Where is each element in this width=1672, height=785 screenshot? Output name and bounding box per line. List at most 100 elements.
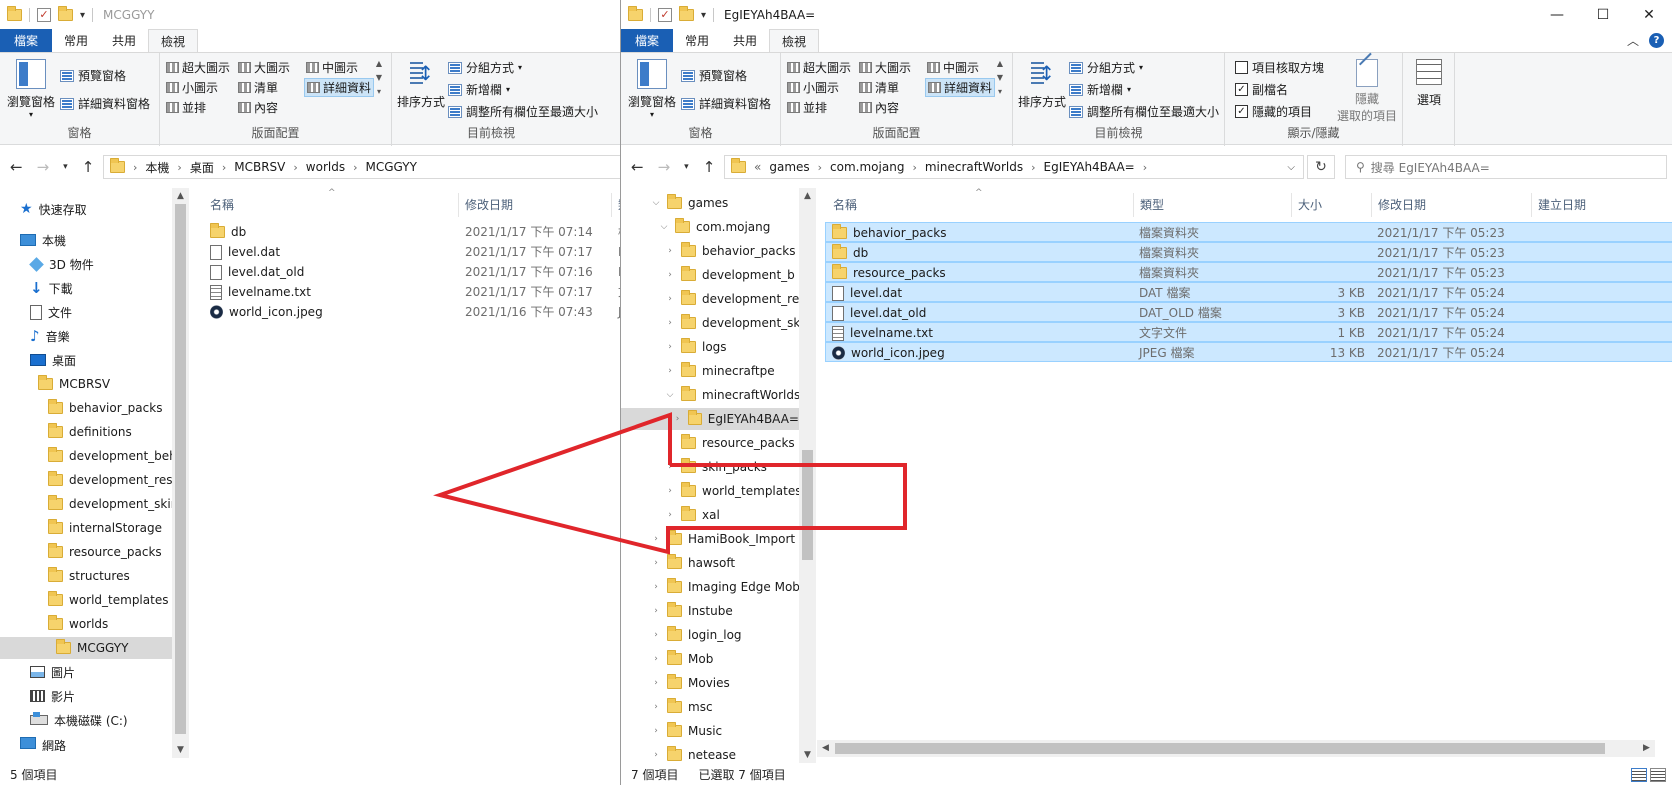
tab-share[interactable]: 共用 (721, 29, 769, 52)
recent-locations-icon[interactable]: ▾ (684, 162, 689, 172)
nav-desktop[interactable]: 桌面 (30, 349, 76, 371)
nav-scrollbar[interactable]: ▲ ▼ (799, 188, 816, 763)
file-row[interactable]: levelname.txt 文字文件 1 KB 2021/1/17 下午 05:24 (825, 322, 1672, 342)
nav-this-pc[interactable]: 本機 (20, 229, 66, 251)
file-row[interactable]: db 檔案資料夾 2021/1/17 下午 05:23 (825, 242, 1672, 262)
file-row[interactable]: db 2021/1/17 下午 07:14 檔 (204, 222, 620, 242)
column-type[interactable]: 類型 (1134, 193, 1292, 217)
nav-folder[interactable]: development_beha (48, 445, 184, 467)
address-dropdown-icon[interactable]: ⌵ (1287, 162, 1295, 173)
scroll-down-icon[interactable]: ▼ (172, 742, 189, 758)
address-box[interactable]: › 本機 › 桌面 › MCBRSV › worlds › MCGGYY (103, 155, 620, 179)
nav-3d-objects[interactable]: 3D 物件 (29, 253, 94, 275)
nav-folder[interactable]: › development_b (665, 264, 795, 286)
large-icons-view-icon[interactable] (1650, 768, 1666, 782)
tab-home[interactable]: 常用 (673, 29, 721, 52)
layout-small-icons[interactable]: 小圖示 (166, 79, 218, 96)
breadcrumb-item[interactable]: com.mojang (830, 160, 904, 174)
nav-folder[interactable]: › minecraftpe (665, 360, 775, 382)
chevron-right-icon[interactable]: › (818, 161, 822, 174)
file-row[interactable]: level.dat_old DAT_OLD 檔案 3 KB 2021/1/17 下午 … (825, 302, 1672, 322)
nav-folder[interactable]: › HamiBook_Import (651, 528, 795, 550)
nav-folder[interactable]: ⌵ games (651, 192, 728, 214)
tab-home[interactable]: 常用 (52, 29, 100, 52)
add-columns-button[interactable]: 新增欄 ▾ (448, 81, 510, 98)
nav-folder[interactable]: › development_sk (665, 312, 799, 334)
help-icon[interactable]: ? (1649, 33, 1664, 48)
tab-view[interactable]: 檢視 (769, 29, 820, 52)
breadcrumb-item[interactable]: 本機 (145, 159, 169, 176)
nav-network[interactable]: 網路 (20, 737, 66, 751)
scroll-left-icon[interactable]: ◀ (817, 740, 834, 756)
file-row[interactable]: world_icon.jpeg JPEG 檔案 13 KB 2021/1/17 下午 … (825, 342, 1672, 362)
nav-local-disk[interactable]: 本機磁碟 (C:) (30, 709, 128, 731)
chevron-right-icon[interactable]: › (651, 702, 661, 712)
close-icon[interactable]: ✕ (1626, 0, 1672, 30)
layout-gallery-scroll[interactable]: ▲ ▼ ▾ (373, 57, 385, 113)
customize-toolbar-icon[interactable]: ▾ (80, 10, 85, 21)
chevron-right-icon[interactable]: › (665, 462, 675, 472)
chevron-right-icon[interactable]: › (133, 161, 137, 174)
file-list-hscrollbar[interactable]: ◀ ▶ (817, 740, 1655, 757)
chevron-down-icon[interactable]: ⌵ (665, 390, 675, 400)
chevron-right-icon[interactable]: › (651, 630, 661, 640)
nav-documents[interactable]: 文件 (30, 301, 72, 323)
breadcrumb-item[interactable]: MCGGYY (366, 160, 417, 174)
back-arrow-icon[interactable]: ← (631, 158, 644, 176)
layout-list[interactable]: 清單 (238, 79, 278, 96)
nav-folder[interactable]: › Movies (651, 672, 730, 694)
nav-folder[interactable]: worlds (48, 613, 108, 635)
column-name[interactable]: 名稱 ^ (204, 188, 459, 217)
column-name[interactable]: 名稱 ^ (827, 188, 1134, 217)
chevron-right-icon[interactable]: › (1031, 161, 1035, 174)
nav-folder[interactable]: › skin_packs (665, 456, 767, 478)
chevron-right-icon[interactable]: › (353, 161, 357, 174)
layout-details[interactable]: 詳細資料 (925, 78, 996, 97)
details-pane-button[interactable]: 詳細資料窗格 (60, 95, 150, 112)
nav-videos[interactable]: 影片 (30, 685, 75, 707)
nav-pane-button[interactable]: 瀏覽窗格 ▾ (4, 59, 58, 119)
chevron-right-icon[interactable]: › (651, 582, 661, 592)
add-columns-button[interactable]: 新增欄 ▾ (1069, 81, 1131, 98)
chevron-right-icon[interactable]: › (665, 510, 675, 520)
chevron-right-icon[interactable]: › (665, 438, 675, 448)
properties-icon[interactable]: ✓ (37, 8, 51, 22)
nav-folder[interactable]: › Mob (651, 648, 713, 670)
search-box[interactable]: ⚲ 搜尋 EgIEYAh4BAA= (1345, 155, 1667, 179)
nav-folder[interactable]: › logs (665, 336, 727, 358)
layout-tiles[interactable]: 並排 (787, 99, 827, 116)
nav-folder[interactable]: › Instube (651, 600, 733, 622)
up-arrow-icon[interactable]: ↑ (703, 158, 716, 176)
layout-extra-large-icons[interactable]: 超大圖示 (787, 59, 851, 76)
chevron-right-icon[interactable]: › (665, 486, 675, 496)
new-folder-icon[interactable] (58, 6, 73, 21)
column-modified[interactable]: 修改日期 (459, 193, 612, 217)
nav-folder[interactable]: › resource_packs (665, 432, 795, 454)
column-modified[interactable]: 修改日期 (1372, 193, 1532, 217)
layout-tiles[interactable]: 並排 (166, 99, 206, 116)
properties-icon[interactable]: ✓ (658, 8, 672, 22)
scroll-up-icon[interactable]: ▲ (172, 188, 189, 204)
nav-folder-selected[interactable]: MCGGYY (0, 637, 172, 659)
nav-folder[interactable]: › world_templates (665, 480, 799, 502)
chevron-down-icon[interactable]: ⌵ (659, 222, 669, 232)
forward-arrow-icon[interactable]: → (37, 158, 50, 176)
chevron-up-icon[interactable]: ︿ (1627, 32, 1639, 49)
item-checkboxes-toggle[interactable]: 項目核取方塊 (1235, 59, 1324, 76)
tab-share[interactable]: 共用 (100, 29, 148, 52)
chevron-right-icon[interactable]: › (651, 750, 661, 760)
sort-by-button[interactable]: 排序方式 (396, 59, 446, 110)
chevron-right-icon[interactable]: › (665, 270, 675, 280)
column-created[interactable]: 建立日期 (1532, 193, 1672, 217)
nav-folder[interactable]: world_templates (48, 589, 168, 611)
layout-small-icons[interactable]: 小圖示 (787, 79, 839, 96)
chevron-right-icon[interactable]: › (665, 294, 675, 304)
nav-folder[interactable]: structures (48, 565, 130, 587)
chevron-down-icon[interactable]: ⌵ (651, 198, 661, 208)
column-size[interactable]: 大小 (1292, 193, 1372, 217)
nav-folder[interactable]: › hawsoft (651, 552, 735, 574)
chevron-right-icon[interactable]: › (651, 558, 661, 568)
checkbox-checked-icon[interactable]: ✓ (1235, 105, 1248, 118)
layout-large-icons[interactable]: 大圖示 (859, 59, 911, 76)
chevron-right-icon[interactable]: › (222, 161, 226, 174)
